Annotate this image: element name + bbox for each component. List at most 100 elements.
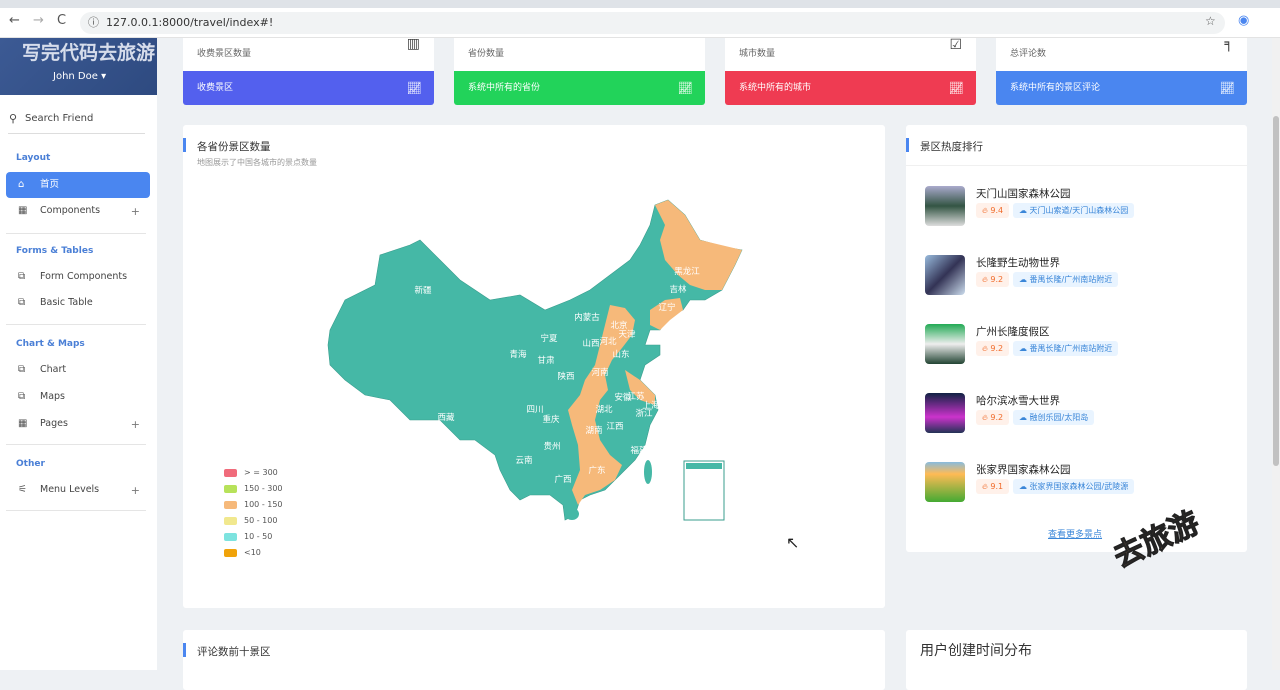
legend-item[interactable]: <10	[224, 548, 261, 558]
legend-label: 100 - 150	[244, 500, 283, 509]
map-label: 云南	[515, 456, 533, 466]
location-badge: ☁ 番禺长隆/广州南站附近	[1013, 272, 1119, 287]
location-icon: ☁	[1019, 275, 1030, 284]
divider	[6, 510, 146, 511]
legend-item[interactable]: 10 - 50	[224, 532, 272, 542]
heat-score-badge: 🔥︎ 9.4	[976, 203, 1010, 218]
search-friend-input[interactable]: ⚲ Search Friend	[8, 112, 145, 134]
sidebar-item-maps[interactable]: ⧉ Maps	[6, 384, 150, 410]
expand-icon: +	[130, 205, 140, 218]
sidebar-item-home[interactable]: ⌂ 首页	[6, 172, 150, 198]
forward-button[interactable]: →	[33, 13, 44, 28]
ranking-card: 景区热度排行 天门山国家森林公园 🔥︎ 9.4 ☁ 天门山索道/天门山森林公园 长隆野…	[906, 125, 1247, 552]
info-icon[interactable]: ⓘ	[88, 12, 99, 34]
score-value: 9.4	[990, 206, 1004, 215]
scenic-thumbnail	[925, 393, 965, 433]
scenic-thumbnail	[925, 462, 965, 502]
location-badge: ☁ 融创乐园/太阳岛	[1013, 410, 1095, 425]
scenic-thumbnail	[925, 255, 965, 295]
stat-footer-text: 收费景区	[197, 83, 234, 93]
watermark-text: 写完代码去旅游	[22, 42, 156, 64]
stat-label: 省份数量	[468, 49, 505, 59]
address-bar[interactable]: ⓘ 127.0.0.1:8000/travel/index#!	[80, 12, 1225, 34]
sidebar-item-menu-levels[interactable]: ⚟ Menu Levels +	[6, 477, 150, 503]
legend-item[interactable]: > = 300	[224, 468, 278, 478]
map-label: 内蒙古	[574, 313, 600, 323]
china-map[interactable]	[183, 125, 885, 608]
divider	[906, 165, 1247, 166]
legend-item[interactable]: 50 - 100	[224, 516, 277, 526]
map-region-taiwan	[644, 460, 652, 484]
scenic-name[interactable]: 哈尔滨冰雪大世界	[976, 393, 1060, 408]
ranking-item[interactable]: 张家界国家森林公园 🔥︎ 9.1 ☁ 张家界国家森林公园/武陵源	[925, 462, 1225, 504]
item-label: Maps	[40, 391, 65, 402]
ranking-item[interactable]: 天门山国家森林公园 🔥︎ 9.4 ☁ 天门山索道/天门山森林公园	[925, 186, 1225, 228]
map-label: 河南	[591, 368, 609, 378]
map-label: 江西	[606, 422, 624, 432]
map-label: 宁夏	[540, 334, 558, 344]
view-more-link[interactable]: 查看更多景点	[1048, 527, 1102, 540]
map-label: 黑龙江	[674, 267, 700, 277]
sidebar-item-components[interactable]: ▦ Components +	[6, 198, 150, 224]
chart-line-icon: 📈︎	[406, 81, 422, 95]
divider	[6, 233, 146, 234]
score-value: 9.2	[990, 413, 1004, 422]
scenic-name[interactable]: 长隆野生动物世界	[976, 255, 1060, 270]
chart-line-icon: 📈︎	[948, 81, 964, 95]
back-button[interactable]: ←	[9, 13, 20, 28]
sidebar-item-form-components[interactable]: ⧉ Form Components	[6, 264, 150, 290]
map-label: 新疆	[414, 286, 432, 296]
section-charts: Chart & Maps	[16, 339, 85, 349]
map-label: 浙江	[635, 409, 653, 419]
legend-swatch	[224, 533, 237, 541]
ranking-item[interactable]: 哈尔滨冰雪大世界 🔥︎ 9.2 ☁ 融创乐园/太阳岛	[925, 393, 1225, 435]
sidebar-item-pages[interactable]: ▦ Pages +	[6, 411, 150, 437]
item-label: Pages	[40, 418, 68, 429]
score-value: 9.2	[990, 275, 1004, 284]
map-label: 湖北	[595, 405, 613, 415]
browser-toolbar: ← → C ⓘ 127.0.0.1:8000/travel/index#! ☆ ◉	[0, 0, 1280, 38]
scenic-name[interactable]: 广州长隆度假区	[976, 324, 1050, 339]
legend-label: 50 - 100	[244, 516, 278, 525]
map-label: 山西	[582, 339, 600, 349]
map-label: 吉林	[669, 285, 687, 295]
bookmark-star-icon[interactable]: ☆	[1205, 14, 1216, 28]
scrollbar-thumb[interactable]	[1273, 116, 1279, 466]
map-label: 陕西	[557, 372, 575, 382]
stat-card-paid-scenic: 收费景区数量 ▥ 收费景区 📈︎	[183, 36, 434, 105]
page-scrollbar[interactable]	[1272, 38, 1280, 670]
copy-icon: ⧉	[18, 271, 26, 282]
south-sea-inset-land	[686, 463, 722, 469]
scenic-name[interactable]: 天门山国家森林公园	[976, 186, 1071, 201]
location-text: 番禺长隆/广州南站附近	[1029, 344, 1113, 353]
user-menu[interactable]: John Doe ▾	[53, 71, 106, 82]
stat-card-provinces: 省份数量 系统中所有的省份 📈︎	[454, 38, 705, 105]
stat-footer: 系统中所有的省份 📈︎	[454, 71, 705, 105]
map-label: 广西	[554, 475, 572, 485]
item-label: Form Components	[40, 271, 128, 282]
legend-item[interactable]: 100 - 150	[224, 500, 283, 510]
south-sea-inset	[683, 460, 725, 521]
copy-icon: ⧉	[18, 364, 26, 375]
sidebar-item-chart[interactable]: ⧉ Chart	[6, 357, 150, 383]
divider	[6, 444, 146, 445]
heat-score-badge: 🔥︎ 9.1	[976, 479, 1010, 494]
map-region-hainan	[565, 508, 579, 520]
search-placeholder: Search Friend	[25, 113, 94, 124]
map-label: 福建	[630, 446, 648, 456]
ranking-item[interactable]: 长隆野生动物世界 🔥︎ 9.2 ☁ 番禺长隆/广州南站附近	[925, 255, 1225, 297]
map-label: 天津	[618, 330, 636, 340]
reload-button[interactable]: C	[57, 13, 66, 28]
ranking-item[interactable]: 广州长隆度假区 🔥︎ 9.2 ☁ 番禺长隆/广州南站附近	[925, 324, 1225, 366]
card-title: 用户创建时间分布	[920, 643, 1032, 659]
sidebar-item-basic-table[interactable]: ⧉ Basic Table	[6, 290, 150, 316]
profile-icon[interactable]: ◉	[1238, 13, 1249, 28]
legend-item[interactable]: 150 - 300	[224, 484, 283, 494]
map-label: 辽宁	[658, 303, 676, 313]
expand-icon: +	[130, 418, 140, 431]
scenic-name[interactable]: 张家界国家森林公园	[976, 462, 1071, 477]
map-label: 青海	[509, 350, 527, 360]
calendar-icon: ▥	[406, 36, 420, 52]
divider	[6, 324, 146, 325]
legend-label: > = 300	[244, 468, 278, 477]
